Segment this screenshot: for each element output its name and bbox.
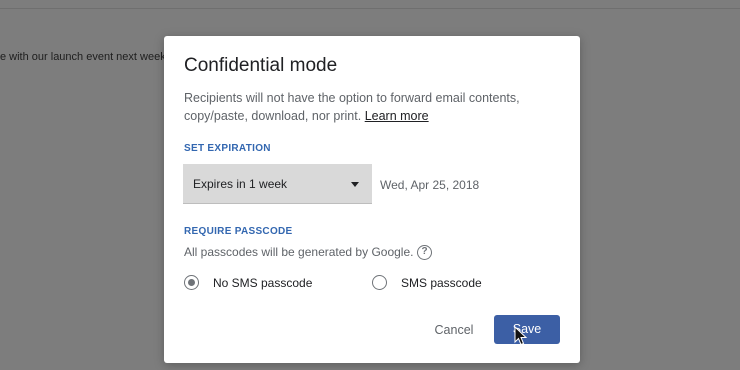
radio-label-sms: SMS passcode (401, 276, 482, 290)
dialog-title: Confidential mode (184, 55, 338, 76)
expiration-date: Wed, Apr 25, 2018 (380, 178, 480, 192)
expiration-dropdown[interactable]: Expires in 1 week (183, 164, 372, 204)
cancel-button[interactable]: Cancel (422, 319, 486, 341)
mouse-pointer-icon (514, 326, 528, 346)
set-expiration-label: SET EXPIRATION (184, 143, 271, 154)
confidential-mode-dialog: Confidential mode Recipients will not ha… (164, 36, 580, 363)
learn-more-link[interactable]: Learn more (365, 109, 429, 123)
radio-checked-icon[interactable] (184, 275, 199, 290)
require-passcode-label: REQUIRE PASSCODE (184, 226, 293, 237)
expiration-selected-value: Expires in 1 week (193, 177, 288, 191)
radio-unchecked-icon[interactable] (372, 275, 387, 290)
description-line-2-text: copy/paste, download, nor print. (184, 109, 362, 123)
description-line-2: copy/paste, download, nor print. Learn m… (184, 107, 544, 125)
email-body-text: e with our launch event next week. (0, 51, 169, 63)
description-line-1: Recipients will not have the option to f… (184, 91, 520, 105)
passcode-note: All passcodes will be generated by Googl… (184, 245, 414, 259)
caret-down-icon (351, 182, 359, 187)
dialog-description: Recipients will not have the option to f… (184, 89, 544, 125)
radio-label-no-sms: No SMS passcode (213, 276, 313, 290)
help-circle-icon[interactable]: ? (417, 245, 432, 260)
background-divider (0, 8, 740, 9)
